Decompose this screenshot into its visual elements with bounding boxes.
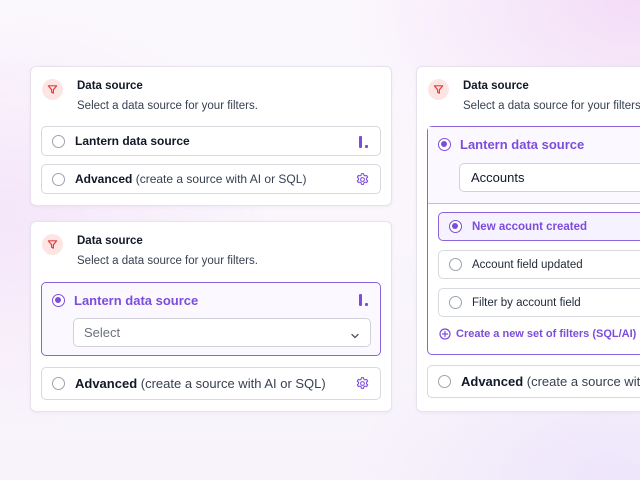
option-hint: (create a source with AI or SQL)	[526, 374, 640, 389]
option-advanced[interactable]: Advanced (create a source with AI or SQL…	[427, 365, 640, 398]
select-placeholder: Select	[84, 325, 121, 340]
radio-button[interactable]	[449, 258, 462, 271]
option-label: Advanced	[461, 374, 524, 389]
option-lantern-data-source-expanded[interactable]: Lantern data source Select	[41, 282, 381, 356]
card-header: Data source Select a data source for you…	[31, 222, 391, 282]
option-advanced[interactable]: Advanced (create a source with AI or SQL…	[41, 164, 381, 194]
option-hint: (create a source with AI or SQL)	[140, 376, 326, 391]
filter-option-filter-by-account-field[interactable]: Filter by account field	[438, 288, 640, 317]
data-source-card-lantern-selected: Data source Select a data source for you…	[30, 221, 392, 412]
data-source-card-collapsed: Data source Select a data source for you…	[30, 66, 392, 206]
option-label: Filter by account field	[472, 296, 581, 309]
card-header: Data source Select a data source for you…	[31, 67, 391, 127]
option-label: Advanced	[75, 172, 133, 186]
option-lantern-data-source-expanded[interactable]: Lantern data source Accounts New account…	[427, 126, 640, 355]
filter-icon	[428, 79, 449, 100]
radio-button[interactable]	[438, 375, 451, 388]
gear-icon[interactable]	[355, 172, 370, 192]
card-title: Data source	[463, 80, 529, 92]
radio-button[interactable]	[449, 296, 462, 309]
option-label: Lantern data source	[460, 137, 585, 152]
card-subtitle: Select a data source for your filters.	[77, 100, 258, 112]
option-label: Lantern data source	[74, 293, 199, 308]
chevron-down-icon	[350, 328, 360, 346]
option-label: Advanced	[75, 376, 138, 391]
card-subtitle: Select a data source for your filters.	[77, 255, 258, 267]
filter-icon	[42, 79, 63, 100]
option-lantern-data-source[interactable]: Lantern data source	[41, 126, 381, 156]
create-filters-label: Create a new set of filters (SQL/AI)	[456, 328, 637, 340]
radio-button[interactable]	[52, 134, 65, 148]
option-label: New account created	[472, 220, 588, 233]
plus-circle-icon	[439, 328, 451, 340]
select-value: Accounts	[471, 170, 525, 185]
radio-button-selected[interactable]	[449, 220, 462, 233]
card-header: Data source Select a data source for you…	[417, 67, 640, 127]
card-subtitle: Select a data source for your filters.	[463, 100, 640, 112]
lantern-logo-icon	[359, 136, 368, 148]
radio-button[interactable]	[52, 377, 65, 390]
filter-icon	[42, 234, 63, 255]
data-source-select[interactable]: Select	[73, 318, 371, 347]
lantern-logo-icon	[359, 294, 368, 306]
data-source-select[interactable]: Accounts	[459, 163, 640, 192]
radio-button-selected[interactable]	[52, 294, 65, 307]
option-hint: (create a source with AI or SQL)	[135, 172, 307, 186]
radio-button-selected[interactable]	[438, 138, 451, 151]
gear-icon[interactable]	[355, 376, 370, 396]
filter-option-new-account-created[interactable]: New account created	[438, 212, 640, 241]
option-label: Lantern data source	[75, 134, 190, 148]
create-filters-link[interactable]: Create a new set of filters (SQL/AI)	[439, 328, 636, 340]
data-source-card-accounts: Data source Select a data source for you…	[416, 66, 640, 412]
card-title: Data source	[77, 80, 143, 92]
card-title: Data source	[77, 235, 143, 247]
radio-button[interactable]	[52, 172, 65, 186]
lantern-option-header: Lantern data source Accounts	[428, 127, 640, 204]
option-label: Account field updated	[472, 258, 583, 271]
option-advanced[interactable]: Advanced (create a source with AI or SQL…	[41, 367, 381, 400]
filter-option-account-field-updated[interactable]: Account field updated	[438, 250, 640, 279]
